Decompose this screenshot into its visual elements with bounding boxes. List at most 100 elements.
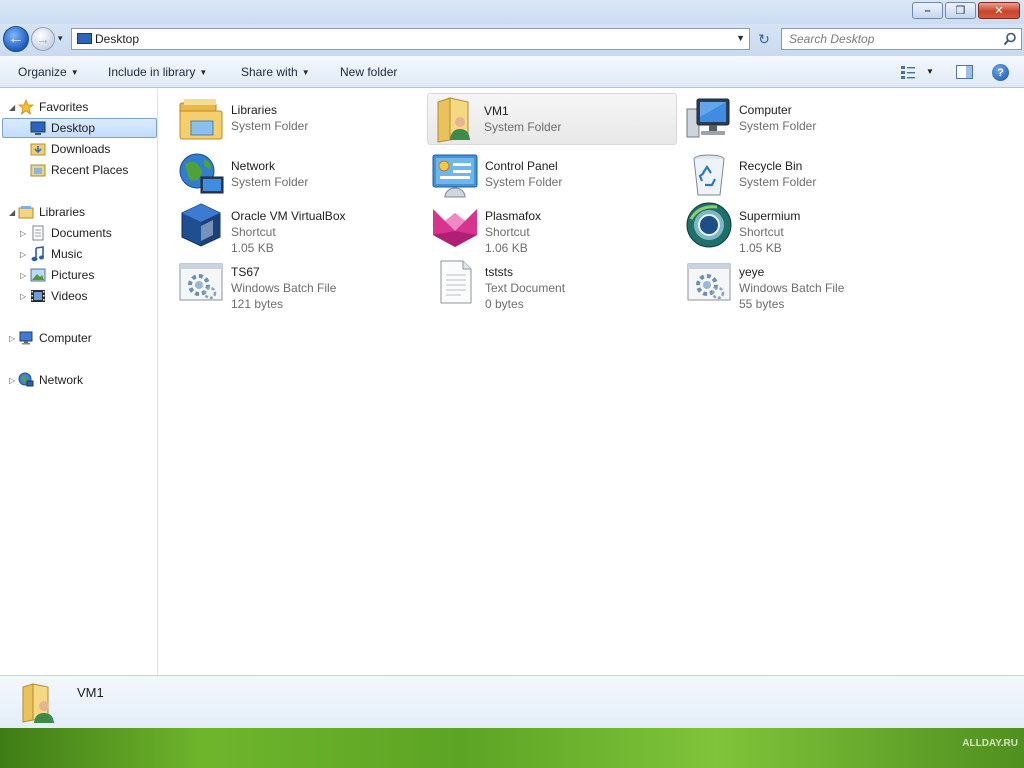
preview-pane-button[interactable] (956, 65, 973, 79)
item-tststs[interactable]: tststs Text Document 0 bytes (429, 255, 679, 311)
item-name: yeye (739, 265, 765, 279)
collapsed-arrow-icon[interactable]: ▷ (20, 292, 26, 301)
desktop-icon (30, 121, 46, 135)
tree-item-favorites[interactable]: Favorites (18, 97, 88, 117)
tree-item-documents[interactable]: Documents (30, 223, 112, 243)
item-name: Plasmafox (485, 209, 542, 223)
tree-item-recent-places[interactable]: Recent Places (30, 160, 128, 180)
share-with-button[interactable]: Share with ▼ (241, 65, 310, 79)
tree-item-downloads[interactable]: Downloads (30, 139, 110, 159)
search-box[interactable] (781, 28, 1022, 50)
user-folder-icon (437, 97, 470, 143)
collapsed-arrow-icon[interactable]: ▷ (9, 376, 15, 385)
collapsed-arrow-icon[interactable]: ▷ (20, 229, 26, 238)
item-name: Libraries (231, 103, 278, 117)
item-name: Oracle VM VirtualBox (231, 209, 346, 223)
collapsed-arrow-icon[interactable]: ▷ (20, 271, 26, 280)
item-computer[interactable]: Computer System Folder (683, 93, 933, 145)
address-bar[interactable]: Desktop ▼ (71, 28, 750, 50)
star-icon (18, 99, 34, 115)
organize-button[interactable]: Organize ▼ (18, 65, 79, 79)
back-button[interactable]: ← (3, 26, 29, 52)
item-oracle-vm-virtualbox[interactable]: Oracle VM VirtualBox Shortcut 1.05 KB (175, 199, 425, 255)
help-button[interactable]: ? (992, 64, 1009, 81)
computer-icon (686, 98, 730, 138)
forward-button[interactable]: → (31, 27, 55, 51)
desktop-icon (77, 33, 92, 44)
details-pane: VM1 (0, 675, 1024, 728)
collapsed-arrow-icon[interactable]: ▷ (9, 334, 15, 343)
item-name: Network (231, 159, 276, 173)
tree-item-music[interactable]: Music (30, 244, 82, 264)
item-type: Shortcut (739, 225, 784, 239)
tree-item-pictures[interactable]: Pictures (30, 265, 94, 285)
item-network[interactable]: Network System Folder (175, 149, 425, 201)
change-view-icon[interactable] (900, 64, 916, 80)
chevron-down-icon: ▼ (70, 68, 79, 77)
item-control-panel[interactable]: Control Panel System Folder (429, 149, 679, 201)
expanded-arrow-icon[interactable]: ◢ (9, 208, 15, 217)
item-recycle-bin[interactable]: Recycle Bin System Folder (683, 149, 933, 201)
window-controls: – ❐ ✕ (910, 2, 1020, 19)
item-size: 1.05 KB (231, 241, 274, 255)
libraries-icon (179, 99, 223, 140)
include-in-library-button[interactable]: Include in library ▼ (108, 65, 207, 79)
network-icon (18, 372, 34, 387)
control-panel-icon (432, 154, 478, 198)
file-list: Libraries System Folder VM1 System Folde… (159, 89, 1024, 675)
close-button[interactable]: ✕ (978, 2, 1020, 19)
maximize-button[interactable]: ❐ (945, 2, 976, 19)
videos-icon (31, 290, 45, 302)
item-type: Windows Batch File (739, 281, 845, 295)
network-icon (179, 153, 224, 194)
item-size: 1.05 KB (739, 241, 782, 255)
item-size: 55 bytes (739, 297, 785, 311)
new-folder-button[interactable]: New folder (340, 65, 397, 79)
item-name: Supermium (739, 209, 801, 223)
search-icon[interactable] (1003, 32, 1017, 46)
text-document-icon (440, 260, 472, 304)
item-type: System Folder (739, 175, 817, 189)
virtualbox-icon (181, 203, 221, 247)
desktop-background: ALLDAY.RU (0, 728, 1024, 768)
item-name: Control Panel (485, 159, 558, 173)
batch-file-icon (179, 263, 223, 301)
minimize-button[interactable]: – (912, 2, 943, 19)
refresh-button[interactable]: ↻ (752, 28, 776, 50)
details-item-name: VM1 (77, 685, 104, 700)
tree-item-libraries[interactable]: Libraries (18, 202, 85, 222)
tree-item-computer[interactable]: Computer (18, 328, 92, 348)
item-name: Computer (739, 103, 792, 117)
item-vm1[interactable]: VM1 System Folder (427, 93, 677, 145)
plasmafox-icon (433, 209, 477, 247)
item-size: 1.06 KB (485, 241, 528, 255)
item-ts67[interactable]: TS67 Windows Batch File 121 bytes (175, 255, 425, 311)
address-text: Desktop (95, 32, 140, 46)
tree-item-videos[interactable]: Videos (30, 286, 87, 306)
navigation-pane: ◢ Favorites Desktop Downloads Recent Pla… (0, 89, 158, 675)
downloads-folder-icon (30, 143, 46, 156)
item-name: Recycle Bin (739, 159, 803, 173)
recycle-bin-icon (693, 154, 725, 196)
expanded-arrow-icon[interactable]: ◢ (9, 103, 15, 112)
collapsed-arrow-icon[interactable]: ▷ (20, 250, 26, 259)
search-input[interactable] (782, 29, 996, 49)
item-type: System Folder (484, 120, 562, 134)
item-libraries[interactable]: Libraries System Folder (175, 93, 425, 145)
item-yeye[interactable]: yeye Windows Batch File 55 bytes (683, 255, 933, 311)
item-supermium[interactable]: Supermium Shortcut 1.05 KB (683, 199, 933, 255)
item-name: tststs (485, 265, 514, 279)
pictures-icon (30, 268, 46, 282)
documents-icon (32, 225, 44, 241)
user-folder-icon (22, 683, 54, 723)
item-size: 0 bytes (485, 297, 524, 311)
watermark: ALLDAY.RU (962, 738, 1018, 749)
item-name: VM1 (484, 104, 509, 118)
tree-item-desktop[interactable]: Desktop (2, 118, 157, 138)
view-options-dropdown[interactable]: ▼ (926, 67, 934, 76)
recent-pages-dropdown[interactable]: ▾ (58, 33, 63, 44)
item-type: System Folder (485, 175, 563, 189)
item-plasmafox[interactable]: Plasmafox Shortcut 1.06 KB (429, 199, 679, 255)
tree-item-network[interactable]: Network (18, 370, 83, 390)
address-dropdown-button[interactable]: ▼ (736, 33, 745, 43)
